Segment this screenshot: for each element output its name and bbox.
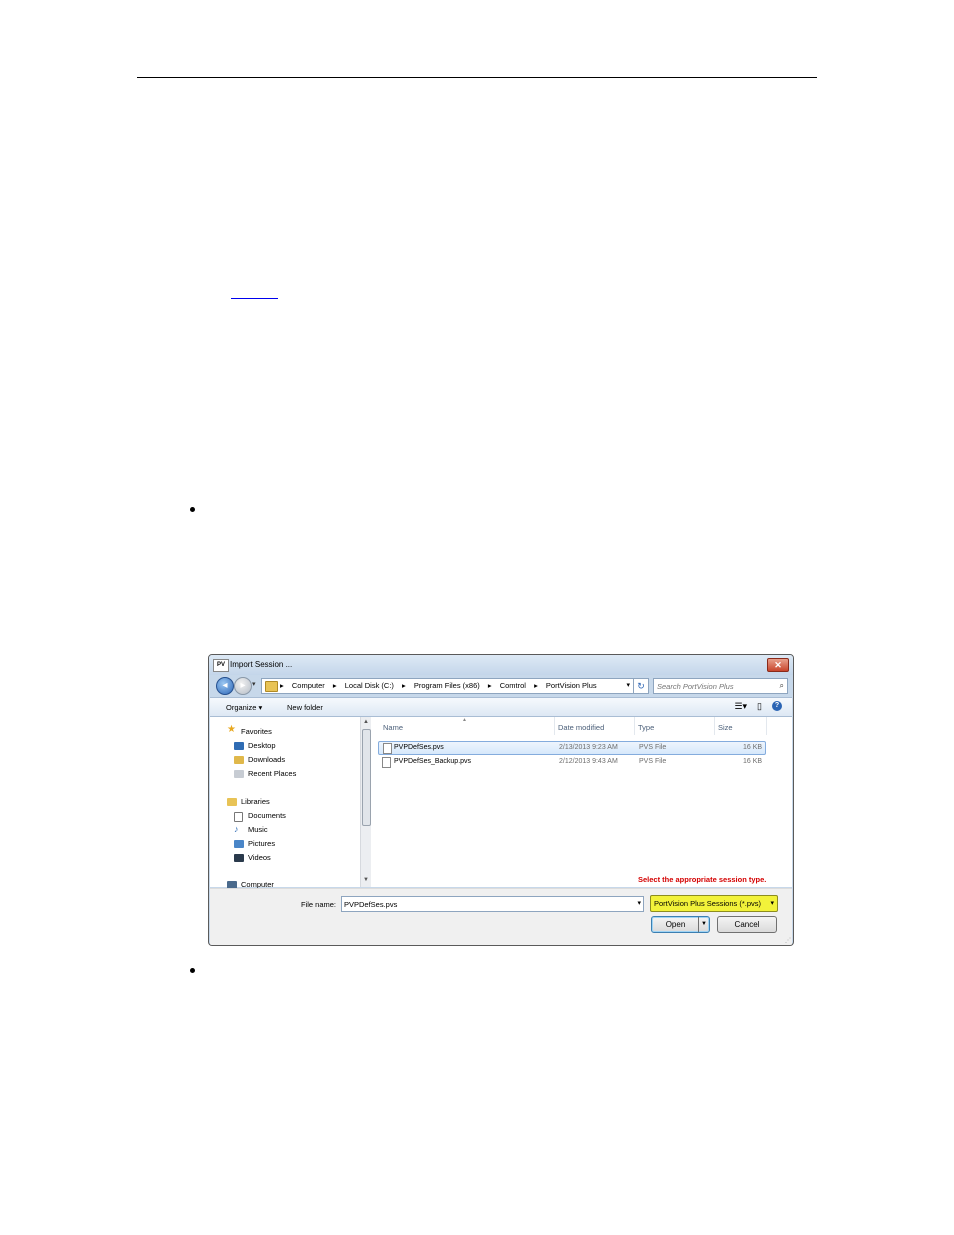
bullet-1 (190, 507, 195, 512)
open-split-arrow[interactable]: ▼ (698, 917, 709, 932)
recent-pages-dropdown[interactable]: ▾ (252, 680, 256, 688)
column-name[interactable]: Name (383, 723, 403, 732)
file-name: PVPDefSes_Backup.pvs (394, 758, 472, 765)
scroll-thumb[interactable] (362, 729, 371, 826)
file-name-label: File name: (301, 900, 337, 909)
breadcrumb-computer[interactable]: Computer (292, 681, 325, 690)
nav-videos[interactable]: Videos (248, 853, 271, 862)
view-options-icon[interactable]: ☰▾ (734, 701, 747, 712)
chevron-down-icon[interactable]: ▾ (637, 899, 641, 907)
breadcrumb-sep: ▸ (332, 681, 337, 690)
file-icon (383, 743, 392, 754)
file-name: PVPDefSes.pvs (394, 744, 444, 751)
nav-downloads[interactable]: Downloads (248, 755, 285, 764)
column-divider (766, 717, 767, 735)
help-icon[interactable]: ? (772, 701, 782, 711)
libraries-icon (227, 798, 237, 806)
forward-button[interactable]: ▸ (234, 677, 252, 695)
file-type: PVS File (639, 758, 667, 765)
file-type-value: PortVision Plus Sessions (*.pvs) (654, 899, 761, 908)
new-folder-button[interactable]: New folder (287, 703, 323, 712)
nav-music[interactable]: Music (248, 825, 268, 834)
sort-indicator-icon: ▲ (462, 717, 467, 723)
nav-documents[interactable]: Documents (248, 811, 286, 820)
desktop-icon (234, 742, 244, 750)
column-divider (714, 717, 715, 735)
breadcrumb-sep: ▸ (487, 681, 492, 690)
breadcrumb-program-files[interactable]: Program Files (x86) (414, 681, 480, 690)
breadcrumb: ▸ Computer ▸ Local Disk (C:) ▸ Program F… (280, 681, 603, 690)
recent-places-icon (234, 770, 244, 778)
toolbar: Organize ▾ New folder ☰▾ ▯ ? (210, 697, 792, 717)
nav-recent-places[interactable]: Recent Places (248, 769, 296, 778)
column-size[interactable]: Size (718, 723, 733, 732)
downloads-icon (234, 756, 244, 764)
file-size: 16 KB (743, 744, 763, 751)
nav-pictures[interactable]: Pictures (248, 839, 275, 848)
resize-grip-icon[interactable]: ⋰ (785, 937, 791, 944)
breadcrumb-portvision-plus[interactable]: PortVision Plus (546, 681, 597, 690)
nav-libraries[interactable]: Libraries (241, 797, 270, 806)
refresh-button[interactable]: ↻ (633, 678, 649, 694)
search-box[interactable]: ⌕ (653, 678, 788, 694)
nav-desktop[interactable]: Desktop (248, 741, 276, 750)
breadcrumb-sep: ▸ (402, 681, 406, 690)
dialog-title: Import Session ... (230, 660, 293, 669)
column-date-modified[interactable]: Date modified (558, 723, 604, 732)
nav-scrollbar[interactable]: ▲ ▼ (360, 717, 371, 887)
file-date: 2/13/2013 9:23 AM (559, 744, 618, 751)
star-icon: ★ (227, 724, 236, 735)
file-size: 16 KB (743, 758, 763, 765)
scroll-up-arrow[interactable]: ▲ (363, 719, 369, 725)
column-divider (634, 717, 635, 735)
pictures-icon (234, 840, 244, 848)
nav-favorites[interactable]: Favorites (241, 727, 272, 736)
breadcrumb-local-disk[interactable]: Local Disk (C:) (345, 681, 394, 690)
annotation-callout: Select the appropriate session type. (638, 875, 767, 884)
file-row[interactable]: PVPDefSes_Backup.pvs 2/12/2013 9:43 AM P… (378, 756, 764, 768)
organize-menu[interactable]: Organize ▾ (226, 703, 262, 712)
file-row[interactable]: PVPDefSes.pvs 2/13/2013 9:23 AM PVS File… (378, 741, 766, 755)
file-type: PVS File (639, 744, 667, 751)
file-name-input[interactable] (342, 897, 624, 911)
nav-tree: ★ Favorites Desktop Downloads Recent Pla… (210, 717, 360, 889)
import-session-dialog: PV Import Session ... ✕ ◂ ▸ ▾ ▸ Computer… (208, 654, 794, 946)
chevron-down-icon: ▾ (770, 900, 774, 907)
close-button[interactable]: ✕ (767, 658, 789, 672)
search-input[interactable] (654, 679, 775, 693)
back-button[interactable]: ◂ (216, 677, 234, 695)
open-button[interactable]: Open ▼ (651, 916, 710, 933)
app-icon: PV (213, 659, 229, 672)
search-icon[interactable]: ⌕ (780, 681, 784, 691)
file-name-combo[interactable]: ▾ (341, 896, 644, 912)
file-list: ▲ Name Date modified Type Size PVPDefSes… (372, 717, 792, 887)
address-dropdown[interactable]: ▾ (626, 681, 630, 689)
address-bar[interactable]: ▸ Computer ▸ Local Disk (C:) ▸ Program F… (261, 678, 634, 694)
preview-pane-icon[interactable]: ▯ (757, 701, 762, 712)
videos-icon (234, 854, 244, 862)
documents-icon (234, 812, 243, 822)
file-date: 2/12/2013 9:43 AM (559, 758, 618, 765)
page-header-rule (137, 77, 817, 78)
title-bar: PV Import Session ... ✕ (209, 655, 793, 675)
breadcrumb-sep: ▸ (534, 681, 538, 690)
column-type[interactable]: Type (638, 723, 654, 732)
toolbar-icons: ☰▾ ▯ ? (734, 701, 782, 712)
folder-icon (265, 681, 278, 692)
file-icon (382, 757, 391, 768)
column-divider (554, 717, 555, 735)
music-icon: ♪ (234, 824, 239, 834)
scroll-down-arrow[interactable]: ▼ (363, 877, 369, 883)
dialog-footer: File name: ▾ PortVision Plus Sessions (*… (210, 888, 792, 945)
bullet-2 (190, 968, 195, 973)
file-type-select[interactable]: PortVision Plus Sessions (*.pvs) ▾ (650, 895, 778, 912)
cancel-button[interactable]: Cancel (717, 916, 777, 933)
address-row: ◂ ▸ ▾ ▸ Computer ▸ Local Disk (C:) ▸ Pro… (209, 676, 793, 696)
hyperlink-underline[interactable] (231, 298, 278, 299)
breadcrumb-sep: ▸ (280, 681, 284, 690)
open-label: Open (665, 920, 686, 929)
breadcrumb-comtrol[interactable]: Comtrol (500, 681, 526, 690)
